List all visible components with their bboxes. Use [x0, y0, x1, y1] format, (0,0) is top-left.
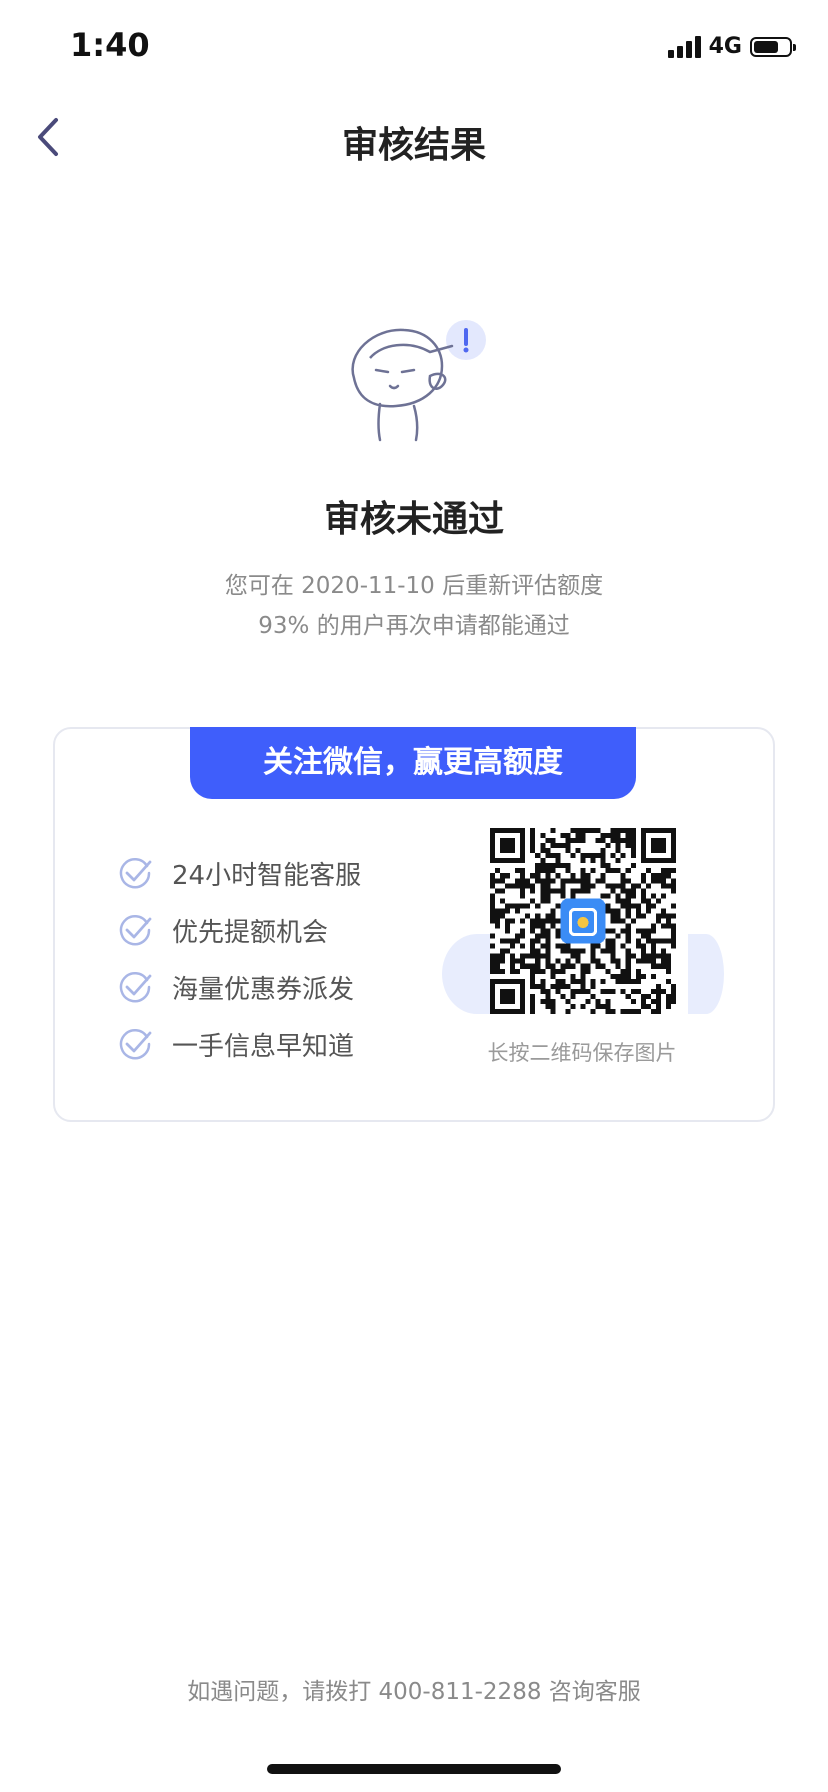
- retry-date-text: 您可在 2020-11-10 后重新评估额度: [224, 573, 604, 599]
- benefit-item: 24小时智能客服: [116, 854, 361, 892]
- check-circle-icon: [119, 858, 152, 889]
- benefit-label: 24小时智能客服: [172, 860, 362, 891]
- result-title: 审核未通过: [323, 499, 504, 540]
- benefit-label: 海量优惠券派发: [172, 974, 355, 1005]
- benefit-item: 一手信息早知道: [116, 1025, 354, 1063]
- signal-icon: [667, 35, 701, 58]
- check-circle-icon: [119, 915, 152, 946]
- approval-rate-text: 93% 的用户再次申请都能通过: [258, 613, 570, 639]
- benefit-item: 优先提额机会: [116, 911, 328, 949]
- check-circle-icon: [119, 1029, 152, 1060]
- page-title: 审核结果: [341, 125, 486, 166]
- home-indicator[interactable]: [267, 1764, 561, 1774]
- card-banner: 关注微信，赢更高额度: [190, 727, 636, 799]
- qr-decoration: [688, 934, 724, 1014]
- benefit-label: 优先提额机会: [172, 917, 329, 948]
- benefit-item: 海量优惠券派发: [116, 968, 354, 1006]
- check-circle-icon: [119, 972, 152, 1003]
- support-hotline-text[interactable]: 如遇问题，请拨打 400-811-2288 咨询客服: [0, 1672, 828, 1706]
- benefit-label: 一手信息早知道: [172, 1031, 355, 1062]
- status-time: 1:40: [70, 26, 150, 64]
- confused-character-illustration: [351, 320, 486, 442]
- qr-caption: 长按二维码保存图片: [487, 1041, 677, 1065]
- status-indicators: 4G: [667, 34, 796, 59]
- battery-icon: [750, 36, 796, 57]
- wechat-qr-code[interactable]: [490, 828, 676, 1014]
- network-type: 4G: [708, 34, 742, 59]
